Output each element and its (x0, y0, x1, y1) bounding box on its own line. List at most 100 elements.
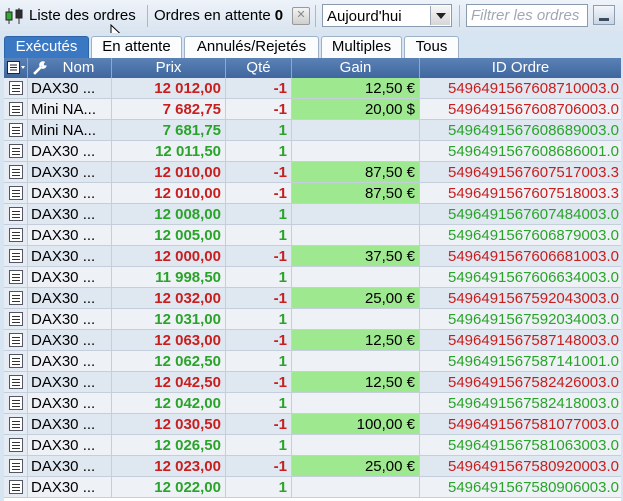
order-details-cell[interactable] (4, 78, 28, 99)
order-name: DAX30 ... (28, 267, 112, 288)
order-details-icon[interactable] (9, 249, 23, 263)
order-price: 12 063,00 (112, 330, 226, 351)
order-details-icon[interactable] (9, 333, 23, 347)
table-row[interactable]: DAX30 ... 12 010,00 -1 87,50 €5496491567607… (4, 183, 621, 204)
order-id: 5496491567607517003.3 (420, 162, 621, 183)
table-row[interactable]: DAX30 ... 12 023,00 -1 25,00 €5496491567580… (4, 456, 621, 477)
order-details-cell[interactable] (4, 225, 28, 246)
order-name: DAX30 ... (28, 330, 112, 351)
table-row[interactable]: DAX30 ... 12 005,00 1 5496491567606879003.0 (4, 225, 621, 246)
table-row[interactable]: DAX30 ... 12 063,00 -1 12,50 €5496491567587… (4, 330, 621, 351)
column-header-qty[interactable]: Qté (226, 58, 292, 78)
order-details-cell[interactable] (4, 99, 28, 120)
order-details-cell[interactable] (4, 204, 28, 225)
table-row[interactable]: DAX30 ... 12 042,50 -1 12,50 €5496491567582… (4, 372, 621, 393)
order-details-cell[interactable] (4, 456, 28, 477)
order-qty: -1 (226, 78, 292, 99)
period-select[interactable]: Aujourd'hui (322, 4, 452, 27)
order-details-icon[interactable] (9, 144, 23, 158)
table-row[interactable]: DAX30 ... 11 998,50 1 5496491567606634003.0 (4, 267, 621, 288)
tab-multiple[interactable]: Multiples (321, 36, 402, 58)
table-row[interactable]: DAX30 ... 12 011,50 1 5496491567608686001.0 (4, 141, 621, 162)
order-details-cell[interactable] (4, 477, 28, 498)
order-details-icon[interactable] (9, 81, 23, 95)
order-details-cell[interactable] (4, 309, 28, 330)
order-details-icon[interactable] (9, 207, 23, 221)
window-title: Liste des ordres (29, 7, 136, 24)
table-row[interactable]: Mini NA... 7 681,75 1 5496491567608689003.0 (4, 120, 621, 141)
order-qty: -1 (226, 246, 292, 267)
order-details-cell[interactable] (4, 435, 28, 456)
table-row[interactable]: DAX30 ... 12 042,00 1 5496491567582418003.0 (4, 393, 621, 414)
table-row[interactable]: Mini NA... 7 682,75 -1 20,00 $5496491567608… (4, 99, 621, 120)
order-details-icon[interactable] (9, 291, 23, 305)
order-details-cell[interactable] (4, 372, 28, 393)
order-details-icon[interactable] (9, 417, 23, 431)
order-details-cell[interactable] (4, 141, 28, 162)
column-header-name[interactable]: Nom (28, 58, 112, 78)
filter-orders-input[interactable] (466, 4, 588, 27)
order-gain: 37,50 € (292, 246, 420, 267)
order-gain (292, 204, 420, 225)
table-row[interactable]: DAX30 ... 12 031,00 1 5496491567592034003.0 (4, 309, 621, 330)
tab-all[interactable]: Tous (404, 36, 459, 58)
order-details-cell[interactable] (4, 246, 28, 267)
order-details-cell[interactable] (4, 414, 28, 435)
order-gain: 25,00 € (292, 288, 420, 309)
order-name: DAX30 ... (28, 309, 112, 330)
tab-executed[interactable]: Exécutés (4, 36, 89, 58)
order-qty: -1 (226, 183, 292, 204)
tab-pending-label: En attente (102, 38, 171, 55)
order-qty: 1 (226, 204, 292, 225)
tab-pending[interactable]: En attente (91, 36, 182, 58)
order-id: 5496491567608686001.0 (420, 141, 621, 162)
order-qty: -1 (226, 414, 292, 435)
order-details-icon[interactable] (9, 165, 23, 179)
order-name: DAX30 ... (28, 204, 112, 225)
order-price: 12 005,00 (112, 225, 226, 246)
order-details-icon[interactable] (9, 438, 23, 452)
order-id: 5496491567606634003.0 (420, 267, 621, 288)
table-row[interactable]: DAX30 ... 12 022,00 1 5496491567580906003.0 (4, 477, 621, 498)
order-gain: 12,50 € (292, 78, 420, 99)
column-header-gain[interactable]: Gain (292, 58, 420, 78)
table-row[interactable]: DAX30 ... 12 026,50 1 5496491567581063003.0 (4, 435, 621, 456)
table-row[interactable]: DAX30 ... 12 000,00 -1 37,50 €5496491567606… (4, 246, 621, 267)
order-details-cell[interactable] (4, 120, 28, 141)
order-details-icon[interactable] (9, 396, 23, 410)
order-details-icon[interactable] (9, 312, 23, 326)
order-details-cell[interactable] (4, 267, 28, 288)
order-details-icon[interactable] (9, 375, 23, 389)
table-row[interactable]: DAX30 ... 12 030,50 -1 100,00 €549649156758… (4, 414, 621, 435)
column-header-order-id[interactable]: ID Ordre (420, 58, 621, 78)
tab-cancelled-rejected[interactable]: Annulés/Rejetés (184, 36, 319, 58)
chevron-down-icon[interactable] (430, 6, 450, 25)
order-details-cell[interactable] (4, 288, 28, 309)
order-details-icon[interactable] (9, 102, 23, 116)
order-details-icon[interactable] (9, 186, 23, 200)
order-id: 5496491567608689003.0 (420, 120, 621, 141)
column-header-price[interactable]: Prix (112, 58, 226, 78)
order-details-icon[interactable] (9, 228, 23, 242)
order-details-cell[interactable] (4, 162, 28, 183)
wrench-icon[interactable] (32, 60, 48, 76)
minimize-button[interactable] (593, 5, 615, 25)
order-details-cell[interactable] (4, 330, 28, 351)
table-row[interactable]: DAX30 ... 12 032,00 -1 25,00 €5496491567592… (4, 288, 621, 309)
table-row[interactable]: DAX30 ... 12 012,00 -1 12,50 €5496491567608… (4, 78, 621, 99)
order-gain: 100,00 € (292, 414, 420, 435)
order-price: 7 682,75 (112, 99, 226, 120)
order-details-icon[interactable] (9, 480, 23, 494)
order-details-icon[interactable] (9, 270, 23, 284)
order-details-icon[interactable] (9, 123, 23, 137)
table-row[interactable]: DAX30 ... 12 010,00 -1 87,50 €5496491567607… (4, 162, 621, 183)
order-details-icon[interactable] (9, 459, 23, 473)
order-details-cell[interactable] (4, 393, 28, 414)
order-details-cell[interactable] (4, 351, 28, 372)
order-details-cell[interactable] (4, 183, 28, 204)
table-row[interactable]: DAX30 ... 12 008,00 1 5496491567607484003.0 (4, 204, 621, 225)
table-row[interactable]: DAX30 ... 12 062,50 1 5496491567587141001.0 (4, 351, 621, 372)
order-details-icon[interactable] (9, 354, 23, 368)
details-column-header[interactable] (4, 58, 28, 78)
clear-pending-button[interactable]: ✕ (292, 7, 310, 25)
